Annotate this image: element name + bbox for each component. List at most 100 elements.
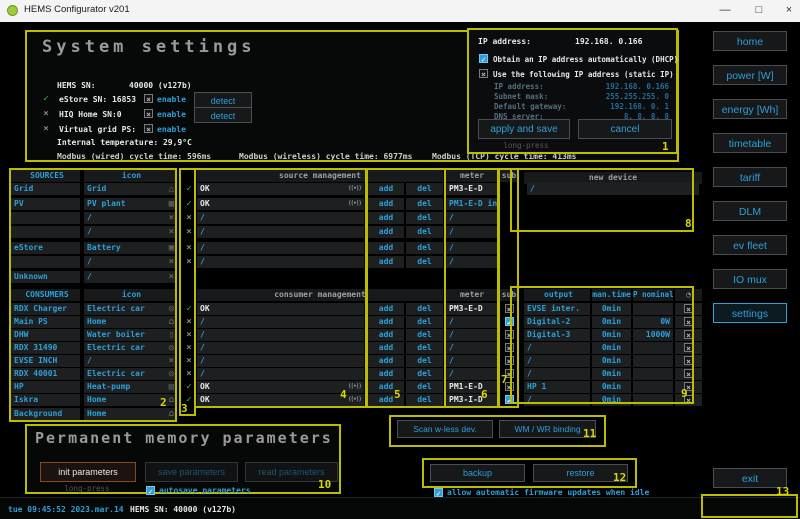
static-ip-checkbox[interactable] bbox=[479, 69, 488, 78]
management-field[interactable]: OK((•)) bbox=[197, 381, 364, 393]
manual-time-field[interactable]: 0min bbox=[592, 342, 631, 354]
management-field[interactable]: /((•)) bbox=[197, 256, 364, 268]
del-button[interactable]: del bbox=[406, 329, 443, 341]
output-field[interactable]: / bbox=[524, 355, 590, 367]
dhcp-checkbox[interactable] bbox=[479, 54, 488, 63]
device-name-field[interactable] bbox=[11, 226, 80, 238]
init-parameters-button[interactable]: init parameters bbox=[40, 462, 136, 482]
minimize-button[interactable]: — bbox=[710, 0, 740, 22]
del-button[interactable]: del bbox=[406, 303, 443, 315]
add-button[interactable]: add bbox=[368, 329, 404, 341]
meter-field[interactable]: PM1-E-D bbox=[446, 381, 498, 393]
p-nominal-field[interactable] bbox=[633, 381, 673, 393]
del-button[interactable]: del bbox=[406, 316, 443, 328]
device-icon-field[interactable]: / bbox=[84, 212, 176, 224]
device-icon-field[interactable]: / bbox=[84, 226, 176, 238]
apply-and-save-button[interactable]: apply and save bbox=[478, 119, 570, 139]
sidebar-item-io-mux[interactable]: IO mux bbox=[713, 269, 787, 289]
output-field[interactable]: Digital-3 bbox=[524, 329, 590, 341]
device-name-field[interactable]: RDX Charger bbox=[11, 303, 80, 315]
manual-time-field[interactable]: 0min bbox=[592, 316, 631, 328]
device-name-field[interactable] bbox=[11, 256, 80, 268]
management-field[interactable]: OK((•)) bbox=[197, 183, 364, 195]
sub-checkbox[interactable] bbox=[505, 304, 514, 313]
sub-checkbox[interactable] bbox=[505, 356, 514, 365]
device-icon-field[interactable]: PV plant bbox=[84, 198, 176, 210]
device-name-field[interactable]: PV bbox=[11, 198, 80, 210]
p-nominal-field[interactable] bbox=[633, 355, 673, 367]
management-field[interactable]: /((•)) bbox=[197, 329, 364, 341]
autosave-checkbox[interactable] bbox=[146, 486, 155, 495]
meter-field[interactable]: / bbox=[446, 368, 498, 380]
sub-checkbox[interactable] bbox=[505, 330, 514, 339]
meter-field[interactable]: / bbox=[446, 226, 498, 238]
add-button[interactable]: add bbox=[368, 198, 404, 210]
device-name-field[interactable]: Main PS bbox=[11, 316, 80, 328]
sidebar-item-tariff[interactable]: tariff bbox=[713, 167, 787, 187]
backup-button[interactable]: backup bbox=[430, 464, 525, 482]
close-button[interactable]: × bbox=[778, 0, 800, 22]
manual-time-field[interactable]: 0min bbox=[592, 303, 631, 315]
add-button[interactable]: add bbox=[368, 183, 404, 195]
device-icon-field[interactable]: Electric car bbox=[84, 368, 176, 380]
cancel-button[interactable]: cancel bbox=[578, 119, 672, 139]
estore-enable-checkbox[interactable] bbox=[144, 94, 153, 103]
meter-field[interactable]: / bbox=[446, 316, 498, 328]
device-icon-field[interactable]: Grid bbox=[84, 183, 176, 195]
timer-checkbox[interactable] bbox=[684, 369, 693, 378]
scan-wireless-button[interactable]: Scan w-less dev. bbox=[397, 420, 493, 438]
sidebar-item-dlm[interactable]: DLM bbox=[713, 201, 787, 221]
manual-time-field[interactable]: 0min bbox=[592, 381, 631, 393]
sidebar-item-timetable[interactable]: timetable bbox=[713, 133, 787, 153]
management-field[interactable]: OK((•)) bbox=[197, 394, 364, 406]
device-name-field[interactable]: Unknown bbox=[11, 271, 80, 283]
manual-time-field[interactable]: 0min bbox=[592, 355, 631, 367]
device-name-field[interactable]: EVSE INCH bbox=[11, 355, 80, 367]
sub-checkbox[interactable] bbox=[505, 343, 514, 352]
add-button[interactable]: add bbox=[368, 368, 404, 380]
add-button[interactable]: add bbox=[368, 212, 404, 224]
device-name-field[interactable]: HP bbox=[11, 381, 80, 393]
device-icon-field[interactable]: Battery bbox=[84, 242, 176, 254]
p-nominal-field[interactable]: 1000W bbox=[633, 329, 673, 341]
wm-wr-binding-button[interactable]: WM / WR binding bbox=[499, 420, 596, 438]
add-button[interactable]: add bbox=[368, 256, 404, 268]
del-button[interactable]: del bbox=[406, 242, 443, 254]
vgrid-enable-checkbox[interactable] bbox=[144, 124, 153, 133]
meter-field[interactable]: PM1-E-D in bbox=[446, 198, 498, 210]
del-button[interactable]: del bbox=[406, 355, 443, 367]
management-field[interactable]: /((•)) bbox=[197, 342, 364, 354]
device-name-field[interactable]: DHW bbox=[11, 329, 80, 341]
meter-field[interactable]: PM3-E-D bbox=[446, 183, 498, 195]
device-icon-field[interactable]: Heat-pump bbox=[84, 381, 176, 393]
new-device-field[interactable]: / bbox=[527, 182, 699, 195]
management-field[interactable]: OK((•)) bbox=[197, 198, 364, 210]
manual-time-field[interactable]: 0min bbox=[592, 329, 631, 341]
device-name-field[interactable]: RDX 31490 bbox=[11, 342, 80, 354]
del-button[interactable]: del bbox=[406, 368, 443, 380]
device-icon-field[interactable]: Electric car bbox=[84, 342, 176, 354]
save-parameters-button[interactable]: save parameters bbox=[145, 462, 238, 482]
add-button[interactable]: add bbox=[368, 342, 404, 354]
sidebar-item-settings[interactable]: settings bbox=[713, 303, 787, 323]
meter-field[interactable]: / bbox=[446, 342, 498, 354]
device-name-field[interactable]: eStore bbox=[11, 242, 80, 254]
hiq-enable-checkbox[interactable] bbox=[144, 109, 153, 118]
device-name-field[interactable]: Grid bbox=[11, 183, 80, 195]
timer-checkbox[interactable] bbox=[684, 317, 693, 326]
maximize-button[interactable]: □ bbox=[744, 0, 774, 22]
sub-checkbox[interactable] bbox=[505, 317, 514, 326]
estore-detect-button[interactable]: detect bbox=[194, 92, 252, 108]
del-button[interactable]: del bbox=[406, 394, 443, 406]
meter-field[interactable]: / bbox=[446, 355, 498, 367]
output-field[interactable]: Digital-2 bbox=[524, 316, 590, 328]
device-icon-field[interactable]: / bbox=[84, 256, 176, 268]
del-button[interactable]: del bbox=[406, 342, 443, 354]
del-button[interactable]: del bbox=[406, 212, 443, 224]
output-field[interactable]: / bbox=[524, 394, 590, 406]
sidebar-item-power[interactable]: power [W] bbox=[713, 65, 787, 85]
management-field[interactable]: /((•)) bbox=[197, 355, 364, 367]
p-nominal-field[interactable] bbox=[633, 303, 673, 315]
device-name-field[interactable]: Iskra bbox=[11, 394, 80, 406]
sidebar-item-ev-fleet[interactable]: ev fleet bbox=[713, 235, 787, 255]
